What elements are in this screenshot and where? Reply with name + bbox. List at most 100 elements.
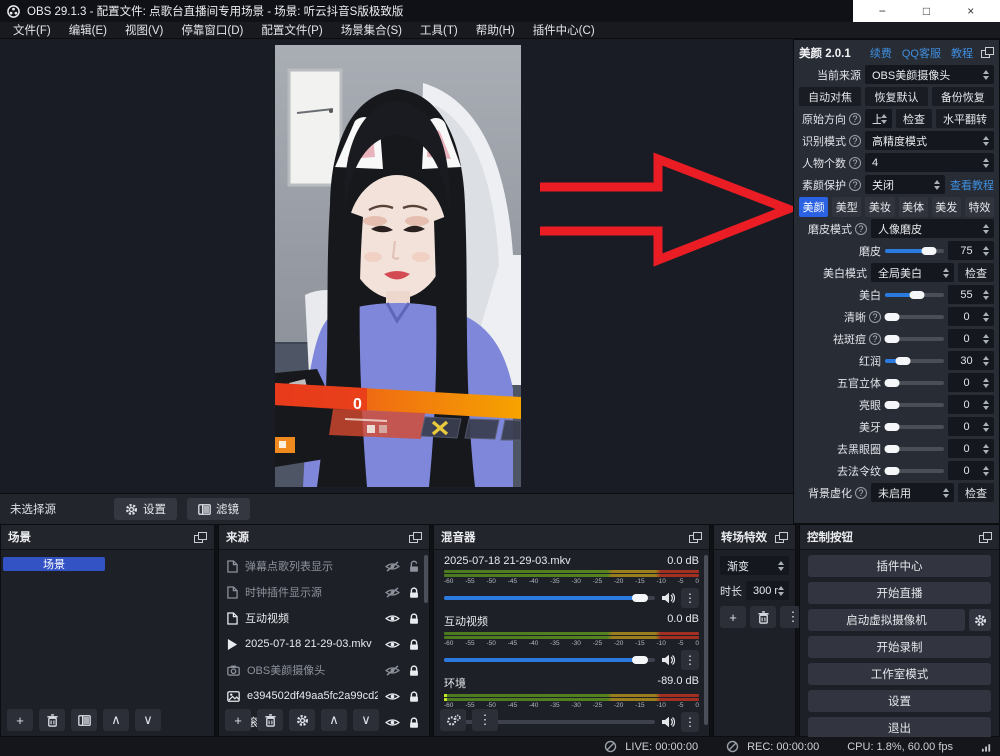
tab-hair[interactable]: 美发 — [932, 197, 961, 217]
studio-mode-button[interactable]: 工作室模式 — [808, 663, 991, 685]
menu-scene-collection[interactable]: 场景集合(S) — [332, 22, 411, 38]
eye-icon[interactable] — [385, 717, 400, 728]
add-source-button[interactable]: + — [225, 709, 251, 731]
current-source-select[interactable]: OBS美颜摄像头 — [865, 65, 994, 84]
virtual-camera-config-button[interactable] — [969, 609, 991, 631]
advanced-audio-button[interactable] — [440, 709, 466, 731]
popout-icon[interactable] — [775, 532, 788, 543]
tab-makeup[interactable]: 美妆 — [865, 197, 894, 217]
people-count-spinbox[interactable]: 4 — [865, 153, 994, 172]
slider-dark-circles[interactable] — [885, 447, 944, 451]
plugin-center-button[interactable]: 插件中心 — [808, 555, 991, 577]
volume-slider[interactable] — [444, 658, 655, 662]
orientation-select[interactable]: 上 — [865, 109, 892, 128]
popout-icon[interactable] — [194, 532, 207, 543]
backup-restore-button[interactable]: 备份恢复 — [932, 87, 994, 106]
popout-icon[interactable] — [981, 47, 994, 58]
slider-nasolabial[interactable] — [885, 469, 944, 473]
source-move-up-button[interactable]: ∧ — [321, 709, 347, 731]
slider-rosy[interactable] — [885, 359, 944, 363]
orientation-check-button[interactable]: 检查 — [896, 109, 932, 128]
channel-menu-button[interactable]: ⋮ — [681, 588, 699, 608]
source-filters-button[interactable]: 滤镜 — [187, 498, 250, 520]
preview-canvas[interactable]: 0 — [0, 39, 793, 493]
exit-button[interactable]: 退出 — [808, 717, 991, 739]
slider-value-spinbox[interactable]: 0 — [948, 395, 994, 414]
lock-icon[interactable] — [407, 638, 421, 651]
minimize-button[interactable]: − — [867, 4, 897, 18]
slider-value-spinbox[interactable]: 0 — [948, 417, 994, 436]
popout-icon[interactable] — [979, 532, 992, 543]
menu-docks[interactable]: 停靠窗口(D) — [172, 22, 252, 38]
tab-effects[interactable]: 特效 — [965, 197, 994, 217]
duration-spinbox[interactable]: 300 ms — [746, 581, 789, 600]
slider-value-spinbox[interactable]: 0 — [948, 307, 994, 326]
tab-face-shape[interactable]: 美型 — [832, 197, 861, 217]
background-blur-check-button[interactable]: 检查 — [958, 483, 994, 502]
menu-edit[interactable]: 编辑(E) — [60, 22, 116, 38]
scene-grid-mode-button[interactable] — [71, 709, 97, 731]
slider-value-spinbox[interactable]: 0 — [948, 461, 994, 480]
menu-help[interactable]: 帮助(H) — [467, 22, 524, 38]
eye-icon[interactable] — [385, 639, 400, 650]
slider-contour[interactable] — [885, 381, 944, 385]
start-streaming-button[interactable]: 开始直播 — [808, 582, 991, 604]
source-row[interactable]: 互动视频 — [219, 605, 429, 631]
remove-scene-button[interactable] — [39, 709, 65, 731]
mixer-menu-button[interactable]: ⋮ — [472, 709, 498, 731]
makeup-protect-select[interactable]: 关闭 — [865, 175, 945, 194]
help-icon[interactable]: ? — [849, 157, 861, 169]
slider-value-spinbox[interactable]: 75 — [948, 241, 994, 260]
close-button[interactable]: × — [956, 4, 986, 18]
slider-value-spinbox[interactable]: 30 — [948, 351, 994, 370]
start-recording-button[interactable]: 开始录制 — [808, 636, 991, 658]
lock-open-icon[interactable] — [407, 560, 421, 573]
horizontal-flip-button[interactable]: 水平翻转 — [936, 109, 994, 128]
menu-plugin-center[interactable]: 插件中心(C) — [524, 22, 604, 38]
tab-body[interactable]: 美体 — [899, 197, 928, 217]
lock-icon[interactable] — [407, 716, 421, 729]
slider-value-spinbox[interactable]: 0 — [948, 439, 994, 458]
slider-value-spinbox[interactable]: 0 — [948, 373, 994, 392]
preview-video[interactable]: 0 — [275, 45, 521, 487]
speaker-icon[interactable] — [661, 654, 675, 666]
help-icon[interactable]: ? — [855, 223, 867, 235]
lock-icon[interactable] — [407, 664, 421, 677]
whitening-check-button[interactable]: 检查 — [958, 263, 994, 282]
menu-tools[interactable]: 工具(T) — [411, 22, 467, 38]
renew-link[interactable]: 续费 — [870, 45, 892, 61]
menu-file[interactable]: 文件(F) — [4, 22, 60, 38]
popout-icon[interactable] — [689, 532, 702, 543]
tutorial-link[interactable]: 教程 — [951, 45, 973, 61]
slider-bright-eyes[interactable] — [885, 403, 944, 407]
smoothing-mode-select[interactable]: 人像磨皮 — [871, 219, 994, 238]
lock-icon[interactable] — [407, 612, 421, 625]
eye-icon[interactable] — [385, 613, 400, 624]
speaker-icon[interactable] — [661, 716, 675, 728]
eye-slash-icon[interactable] — [385, 587, 400, 598]
source-settings-button[interactable]: 设置 — [114, 498, 177, 520]
help-icon[interactable]: ? — [869, 333, 881, 345]
help-icon[interactable]: ? — [849, 179, 861, 191]
mixer-scrollbar[interactable] — [704, 555, 708, 725]
source-properties-button[interactable] — [289, 709, 315, 731]
scene-move-up-button[interactable]: ∧ — [103, 709, 129, 731]
lock-icon[interactable] — [407, 690, 421, 703]
background-blur-select[interactable]: 未启用 — [871, 483, 954, 502]
channel-menu-button[interactable]: ⋮ — [681, 650, 699, 670]
source-row[interactable]: 2025-07-18 21-29-03.mkv — [219, 631, 429, 657]
slider-value-spinbox[interactable]: 55 — [948, 285, 994, 304]
lock-icon[interactable] — [407, 586, 421, 599]
help-icon[interactable]: ? — [855, 487, 867, 499]
scene-move-down-button[interactable]: ∨ — [135, 709, 161, 731]
source-row[interactable]: OBS美颜摄像头 — [219, 657, 429, 683]
eye-icon[interactable] — [385, 691, 400, 702]
maximize-button[interactable]: □ — [912, 4, 942, 18]
menu-profile[interactable]: 配置文件(P) — [252, 22, 331, 38]
slider-blemish[interactable] — [885, 337, 944, 341]
channel-menu-button[interactable]: ⋮ — [681, 712, 699, 732]
source-row[interactable]: 弹幕点歌列表显示 — [219, 553, 429, 579]
source-row[interactable]: e394502df49aa5fc2a99cd2e7c — [219, 683, 429, 709]
transition-select[interactable]: 渐变 — [720, 556, 789, 575]
help-icon[interactable]: ? — [849, 113, 861, 125]
